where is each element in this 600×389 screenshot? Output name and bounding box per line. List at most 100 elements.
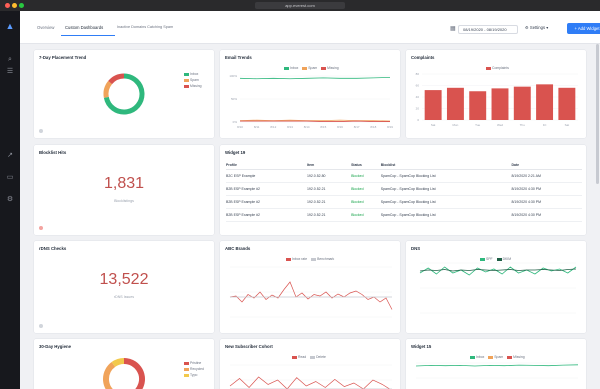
cell-item: 192.0.52.80 (306, 169, 352, 183)
placement-donut-chart (103, 73, 145, 115)
table-row[interactable]: B2B ESP Example #2 192.0.52.21 Blocked S… (226, 195, 582, 209)
settings-dropdown[interactable]: ⚙ Settings ▾ (525, 25, 548, 30)
x-tick-label: Fri (543, 123, 547, 127)
card-title: Blocklist Hits (39, 150, 67, 155)
logo-icon[interactable]: ▲ (5, 21, 15, 31)
x-tick-label: 8/13 (287, 125, 293, 129)
column-header[interactable]: Date (511, 161, 582, 170)
card-widget-15: Widget 15 Inbox Spam Missing (406, 339, 586, 389)
address-bar[interactable]: app.everest.com (255, 2, 345, 9)
x-tick-label: 8/14 (304, 125, 310, 129)
table-row[interactable]: B2C ESP Example 192.0.52.80 Blocked Spam… (226, 169, 582, 183)
cell-status: Blocked (351, 169, 381, 183)
x-tick-label: 8/19 (387, 125, 393, 129)
active-tab-indicator (61, 35, 115, 36)
date-range-picker[interactable]: 08/19/2020 - 08/19/2020 (458, 25, 518, 34)
column-header[interactable]: Profile (226, 161, 307, 170)
menu-icon[interactable]: ☰ (5, 67, 15, 77)
x-tick-label: Sat (565, 123, 570, 127)
tab-inactive-domains[interactable]: Inactive Domains Catching Spam (117, 25, 173, 29)
info-icon[interactable] (39, 324, 43, 328)
blocklist-count: 1,831 (103, 175, 145, 192)
legend-swatch (184, 84, 189, 88)
cell-item: 192.0.52.21 (306, 195, 352, 209)
cell-blocklist: SpamCop - SpamCop Blocking List (380, 208, 512, 222)
minimize-window-button[interactable] (12, 3, 17, 8)
x-tick-label: 8/10 (237, 125, 243, 129)
calendar-icon[interactable]: ▦ (450, 25, 456, 32)
column-header[interactable]: Item (306, 161, 352, 170)
legend-label: Pristine (190, 361, 202, 365)
settings-label: Settings (529, 25, 546, 30)
cell-blocklist: SpamCop - SpamCop Blocking List (380, 182, 512, 196)
legend-swatch (184, 373, 189, 377)
complaints-bar-chart: 80 60 40 20 0 Sat Mon Tue Wed Thu Fri Sat (416, 72, 578, 127)
link-icon[interactable]: ↗ (5, 151, 15, 161)
add-widget-button[interactable]: + Add Widget (567, 23, 600, 34)
tab-overview[interactable]: Overview (37, 25, 54, 30)
legend-item: Spam (184, 78, 202, 82)
complaints-bar (446, 87, 464, 120)
x-tick-label: Wed (497, 123, 503, 127)
abc-brands-line-chart (229, 266, 393, 318)
y-tick-label: 80 (416, 72, 420, 76)
search-icon[interactable]: ⌕ (5, 55, 15, 65)
card-rdns-checks: rDNS Checks 13,522 rDNS Issues (34, 241, 214, 333)
legend-item: Typo (184, 373, 204, 377)
page-scrollbar[interactable] (596, 44, 599, 184)
chart-legend: Pristine Recycled Typo (184, 361, 204, 379)
y-tick-label: 20 (416, 107, 420, 111)
x-tick-label: 8/11 (254, 125, 260, 129)
x-tick-label: 8/18 (370, 125, 376, 129)
card-widget-19: Widget 19 Profile Item Status Blocklist … (220, 145, 586, 235)
legend-label: Typo (190, 373, 198, 377)
browser-titlebar: app.everest.com (0, 0, 600, 11)
cell-status: Blocked (351, 195, 381, 209)
cell-blocklist: SpamCop - SpamCop Blocking List (380, 195, 512, 209)
inbox-icon[interactable]: ▭ (5, 173, 15, 183)
complaints-bar (513, 86, 531, 120)
rdns-count: 13,522 (99, 271, 149, 288)
x-tick-label: Mon (453, 123, 459, 127)
card-email-trends: Email Trends Inbox Spam Missing 100% 50% 0… (220, 50, 400, 138)
column-header[interactable]: Blocklist (380, 161, 512, 170)
y-tick-label: 50% (231, 97, 237, 101)
y-tick-label: 0 (417, 118, 419, 122)
chevron-down-icon: ▾ (545, 25, 549, 30)
cell-profile: B2B ESP Example #2 (226, 208, 307, 222)
card-blocklist-hits: Blocklist Hits 1,831 Blocklistings (34, 145, 214, 235)
cell-blocklist: SpamCop - SpamCop Blocking List (380, 169, 512, 183)
table-header-row: Profile Item Status Blocklist Date (226, 161, 582, 170)
column-header[interactable]: Status (351, 161, 381, 170)
x-tick-label: 8/12 (270, 125, 276, 129)
card-complaints: Complaints Complaints 80 60 40 20 0 Sat Mon Tue… (406, 50, 586, 138)
legend-item: Missing (184, 84, 202, 88)
zoom-window-button[interactable] (19, 3, 24, 8)
x-tick-label: 8/15 (320, 125, 326, 129)
app-window: app.everest.com ▲ ⌕ ☰ ↗ ▭ ⚙ Overview Cus… (0, 0, 600, 389)
y-tick-label: 60 (416, 84, 420, 88)
subscriber-cohort-line-chart (229, 364, 392, 389)
alert-icon[interactable] (39, 226, 43, 230)
y-tick-label: 0% (233, 120, 238, 124)
donut-slice (103, 362, 116, 389)
sidebar: ▲ ⌕ ☰ ↗ ▭ ⚙ (0, 11, 20, 389)
complaints-bar (536, 84, 554, 120)
card-title: rDNS Checks (39, 246, 67, 251)
series-line (415, 364, 579, 367)
tab-custom-dashboards[interactable]: Custom Dashboards (65, 25, 103, 30)
close-window-button[interactable] (5, 3, 10, 8)
blocklist-table: Profile Item Status Blocklist Date B2C E… (226, 161, 582, 222)
table-row[interactable]: B2B ESP Example #2 192.0.52.21 Blocked S… (226, 182, 582, 196)
email-trends-line-chart: 100% 50% 0%8/10 8/11 8/12 8/13 8/14 8/15 8/16 8/1… (229, 74, 393, 129)
settings-icon[interactable]: ⚙ (5, 195, 15, 205)
legend-label: Spam (190, 78, 199, 82)
card-hygiene: 30-Day Hygiene Pristine Recycled Typo (34, 339, 214, 389)
cell-profile: B2B ESP Example #2 (226, 195, 307, 209)
donut-slice (103, 80, 113, 98)
y-tick-label: 100% (229, 74, 237, 78)
complaints-bar (558, 87, 576, 120)
info-icon[interactable] (39, 129, 43, 133)
legend-swatch (184, 78, 189, 82)
table-row[interactable]: B2B ESP Example #2 192.0.52.21 Blocked S… (226, 208, 582, 222)
